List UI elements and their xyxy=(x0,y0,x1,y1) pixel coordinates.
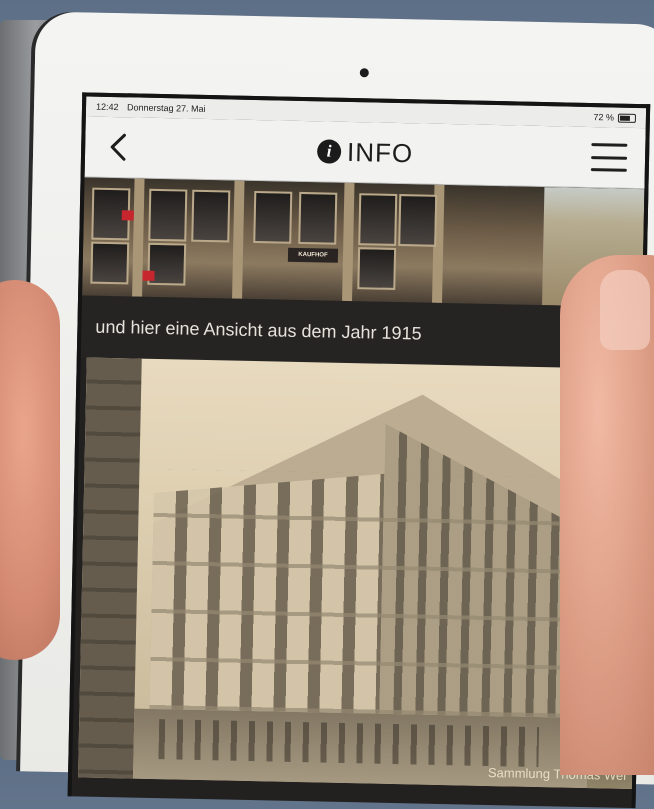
camera xyxy=(359,68,369,78)
right-thumbnail xyxy=(600,270,650,350)
store-sign: KAUFHOF xyxy=(287,247,339,263)
chevron-left-icon xyxy=(110,133,126,161)
left-hand xyxy=(0,280,60,660)
photo-caption: und hier eine Ansicht aus dem Jahr 1915 xyxy=(80,295,642,370)
tablet: 12:42 Donnerstag 27. Mai 72 % i INFO KAU… xyxy=(20,11,654,809)
back-button[interactable] xyxy=(103,131,134,164)
status-time: 12:42 xyxy=(95,101,119,113)
battery-percent: 72 % xyxy=(593,112,615,123)
menu-button[interactable] xyxy=(590,143,628,172)
page-title-group: i INFO xyxy=(316,136,414,169)
info-icon: i xyxy=(316,139,342,164)
historic-building-photo: Sammlung Thomas Wei xyxy=(77,357,641,790)
scene: 12:42 Donnerstag 27. Mai 72 % i INFO KAU… xyxy=(0,0,654,809)
battery-icon xyxy=(617,113,637,123)
page-title: INFO xyxy=(346,136,414,168)
hamburger-menu-icon xyxy=(591,143,628,147)
modern-building-photo: KAUFHOF xyxy=(82,177,645,308)
status-date: Donnerstag 27. Mai xyxy=(126,102,206,114)
